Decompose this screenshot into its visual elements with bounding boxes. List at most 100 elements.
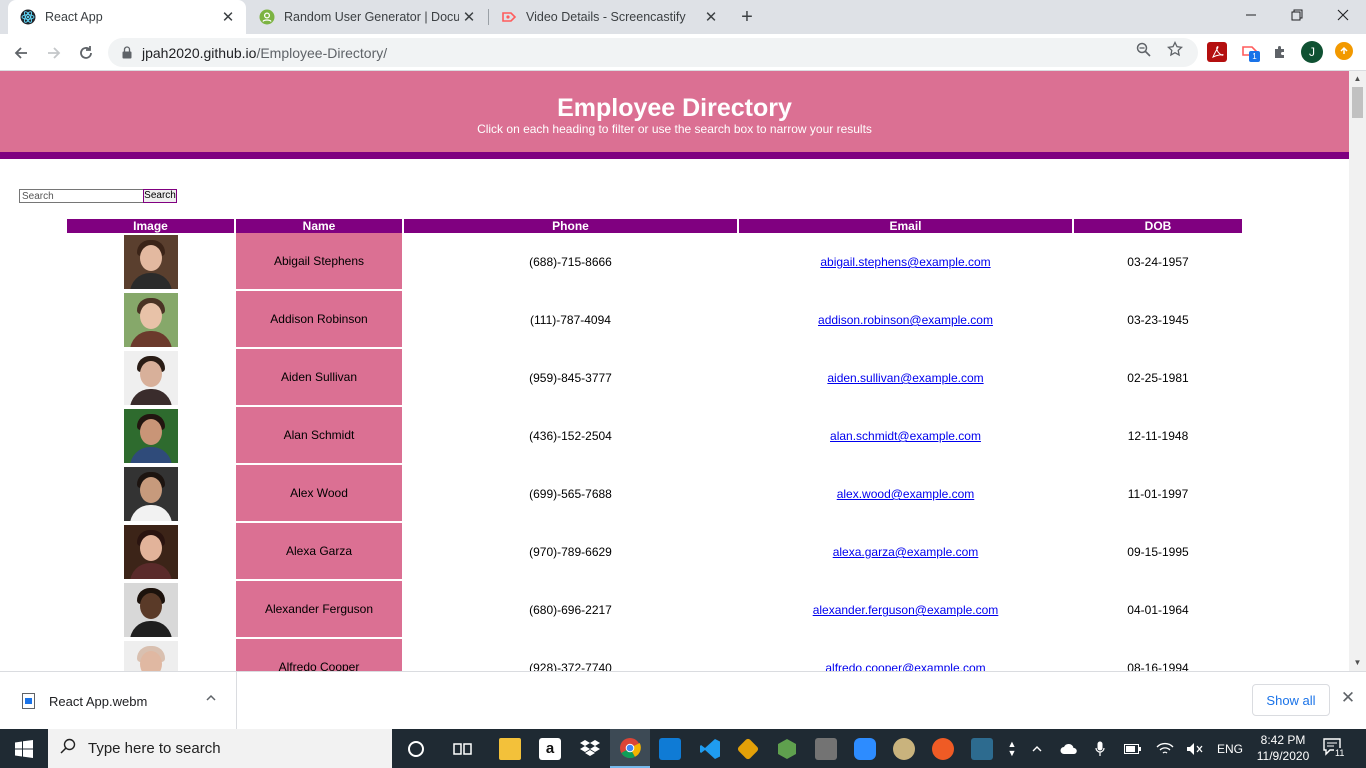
extensions-puzzle-icon[interactable] bbox=[1270, 42, 1290, 62]
close-icon[interactable]: ✕ bbox=[459, 7, 479, 27]
tab-random-user[interactable]: Random User Generator | Docum ✕ bbox=[247, 0, 487, 34]
task-view-icon[interactable] bbox=[443, 729, 483, 768]
table-row: Aiden Sullivan (959)-845-3777 aiden.sulliv… bbox=[67, 349, 1242, 407]
chevron-up-icon[interactable] bbox=[1028, 729, 1046, 768]
screencastify-icon bbox=[501, 9, 517, 25]
employee-phone: (436)-152-2504 bbox=[529, 429, 612, 443]
onedrive-icon[interactable] bbox=[1058, 729, 1080, 768]
tab-title: React App bbox=[45, 10, 103, 24]
reload-button[interactable] bbox=[72, 39, 100, 67]
network-app-icon[interactable] bbox=[650, 729, 690, 768]
name-cell: Alexander Ferguson bbox=[236, 581, 402, 639]
tab-react-app[interactable]: React App ✕ bbox=[8, 0, 246, 34]
battery-icon[interactable] bbox=[1122, 729, 1144, 768]
employee-photo bbox=[123, 467, 178, 521]
employee-photo bbox=[123, 351, 178, 405]
amazon-icon[interactable]: a bbox=[530, 729, 570, 768]
tab-screencastify[interactable]: Video Details - Screencastify ✕ bbox=[489, 0, 729, 34]
dropbox-icon[interactable] bbox=[570, 729, 610, 768]
employee-email-link[interactable]: alan.schmidt@example.com bbox=[830, 429, 981, 443]
microphone-icon[interactable] bbox=[1090, 729, 1110, 768]
url-path: /Employee-Directory/ bbox=[256, 44, 388, 61]
scroll-up-arrow-icon[interactable]: ▲ bbox=[1353, 74, 1362, 83]
scroll-thumb[interactable] bbox=[1352, 87, 1363, 118]
bookmark-star-icon[interactable] bbox=[1166, 40, 1184, 58]
taskbar-scroll-icon[interactable]: ▲ ▼ bbox=[1004, 729, 1020, 768]
email-cell: alexa.garza@example.com bbox=[739, 523, 1072, 581]
postman-icon[interactable] bbox=[923, 729, 963, 768]
column-header-dob[interactable]: DOB bbox=[1074, 219, 1242, 233]
employee-dob: 04-01-1964 bbox=[1127, 603, 1189, 617]
new-tab-button[interactable]: + bbox=[735, 5, 759, 29]
employee-email-link[interactable]: alexa.garza@example.com bbox=[833, 545, 979, 559]
nodejs-icon[interactable] bbox=[767, 729, 807, 768]
employee-email-link[interactable]: abigail.stephens@example.com bbox=[820, 255, 990, 269]
page-title: Employee Directory bbox=[557, 94, 792, 122]
zoom-icon[interactable] bbox=[1134, 40, 1152, 58]
taskbar-clock[interactable]: 8:42 PM 11/9/2020 bbox=[1248, 732, 1318, 764]
wifi-icon[interactable] bbox=[1154, 729, 1176, 768]
column-header-image[interactable]: Image bbox=[67, 219, 234, 233]
show-all-button[interactable]: Show all bbox=[1252, 684, 1330, 716]
notification-center-icon[interactable]: 11 bbox=[1322, 737, 1348, 759]
mysql-workbench-icon[interactable] bbox=[962, 729, 1002, 768]
language-indicator[interactable]: ENG bbox=[1212, 729, 1248, 768]
employee-dob: 03-24-1957 bbox=[1127, 255, 1189, 269]
extension-badge: 1 bbox=[1249, 51, 1260, 62]
windows-start-button[interactable] bbox=[0, 729, 48, 768]
forward-button[interactable] bbox=[40, 39, 68, 67]
employee-email-link[interactable]: alexander.ferguson@example.com bbox=[813, 603, 999, 617]
lock-icon[interactable] bbox=[120, 46, 134, 59]
chrome-icon[interactable] bbox=[610, 729, 650, 768]
chevron-up-icon[interactable] bbox=[205, 692, 217, 707]
employee-email-link[interactable]: addison.robinson@example.com bbox=[818, 313, 993, 327]
volume-muted-icon[interactable] bbox=[1184, 729, 1206, 768]
update-icon[interactable] bbox=[1335, 42, 1353, 60]
back-button[interactable] bbox=[7, 39, 35, 67]
email-cell: alexander.ferguson@example.com bbox=[739, 581, 1072, 639]
employee-name: Alfredo Cooper bbox=[278, 660, 360, 671]
taskbar-search-box[interactable]: Type here to search bbox=[48, 729, 392, 768]
name-cell: Alexa Garza bbox=[236, 523, 402, 581]
column-header-name[interactable]: Name bbox=[236, 219, 402, 233]
vscode-icon[interactable] bbox=[690, 729, 730, 768]
windows-taskbar: Type here to search a ▲ ▼ ENG 8:42 PM 11… bbox=[0, 729, 1366, 768]
file-explorer-icon[interactable] bbox=[490, 729, 530, 768]
screencastify-extension-icon[interactable]: 1 bbox=[1240, 42, 1260, 62]
employee-email-link[interactable]: aiden.sullivan@example.com bbox=[827, 371, 983, 385]
address-bar[interactable]: jpah2020.github.io/Employee-Directory/ bbox=[108, 38, 1198, 67]
image-cell bbox=[67, 233, 234, 291]
page-scrollbar[interactable]: ▲ ▼ bbox=[1349, 71, 1366, 671]
browser-toolbar: jpah2020.github.io/Employee-Directory/ 1… bbox=[0, 34, 1366, 71]
employee-name: Alexander Ferguson bbox=[264, 602, 374, 616]
employee-email-link[interactable]: alex.wood@example.com bbox=[837, 487, 975, 501]
image-cell bbox=[67, 465, 234, 523]
page-viewport: Employee Directory Click on each heading… bbox=[0, 71, 1349, 671]
download-item[interactable]: React App.webm bbox=[0, 672, 237, 730]
paint-icon[interactable] bbox=[884, 729, 924, 768]
image-cell bbox=[67, 581, 234, 639]
search-button[interactable]: Search bbox=[143, 189, 177, 203]
git-app-icon[interactable] bbox=[728, 729, 768, 768]
close-icon[interactable]: ✕ bbox=[1338, 688, 1358, 710]
employee-dob: 08-16-1994 bbox=[1127, 661, 1189, 671]
acrobat-extension-icon[interactable] bbox=[1207, 42, 1227, 62]
scroll-down-arrow-icon[interactable]: ▼ bbox=[1353, 658, 1362, 667]
calculator-icon[interactable] bbox=[806, 729, 846, 768]
close-icon[interactable]: ✕ bbox=[701, 7, 721, 27]
search-input[interactable] bbox=[19, 189, 144, 203]
zoom-app-icon[interactable] bbox=[845, 729, 885, 768]
cortana-icon[interactable] bbox=[396, 729, 436, 768]
restore-button[interactable] bbox=[1274, 0, 1320, 30]
dob-cell: 09-15-1995 bbox=[1074, 523, 1242, 581]
profile-avatar[interactable]: J bbox=[1301, 41, 1323, 63]
email-cell: alan.schmidt@example.com bbox=[739, 407, 1072, 465]
close-icon[interactable]: ✕ bbox=[218, 7, 238, 27]
employee-email-link[interactable]: alfredo.cooper@example.com bbox=[825, 661, 985, 671]
column-header-phone[interactable]: Phone bbox=[404, 219, 737, 233]
column-header-email[interactable]: Email bbox=[739, 219, 1072, 233]
phone-cell: (959)-845-3777 bbox=[404, 349, 737, 407]
minimize-button[interactable] bbox=[1228, 0, 1274, 30]
close-window-button[interactable] bbox=[1320, 0, 1366, 30]
table-header: Image Name Phone Email DOB bbox=[67, 219, 1242, 233]
